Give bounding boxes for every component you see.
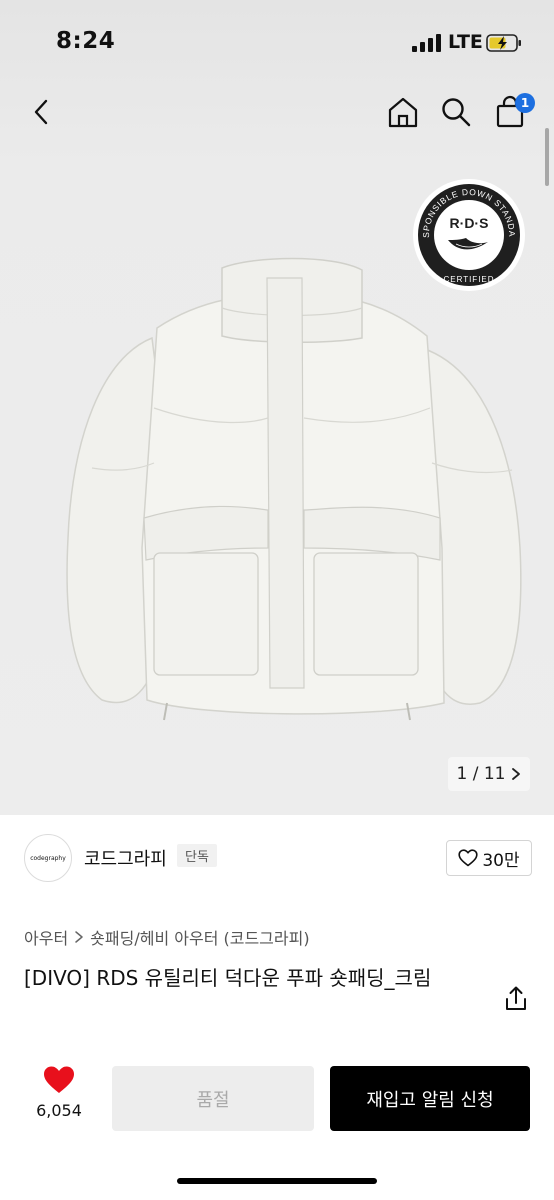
wishlist-count: 6,054	[36, 1101, 82, 1120]
chevron-left-icon	[34, 99, 48, 125]
brand-logo[interactable]: codegraphy	[24, 834, 72, 882]
brand-like-count: 30만	[482, 850, 520, 871]
breadcrumb-subcategory[interactable]: 숏패딩/헤비 아우터 (코드그라피)	[90, 925, 309, 949]
cart-button[interactable]: 1	[488, 84, 535, 140]
pager-text: 1 / 11	[456, 764, 506, 784]
back-button[interactable]	[20, 84, 64, 140]
soldout-label: 품절	[196, 1089, 230, 1111]
search-icon	[442, 98, 471, 127]
restock-alert-label: 재입고 알림 신청	[366, 1089, 494, 1111]
brand-like-button[interactable]: 30만	[446, 840, 532, 876]
brand-row: codegraphy 코드그라피 단독 30만	[0, 830, 554, 886]
battery-charging-icon	[486, 34, 521, 52]
breadcrumb: 아우터 숏패딩/헤비 아우터 (코드그라피)	[24, 925, 310, 949]
soldout-button: 품절	[112, 1066, 314, 1131]
wishlist-button[interactable]: 6,054	[24, 1065, 94, 1131]
scrollbar[interactable]	[545, 128, 549, 186]
search-button[interactable]	[434, 84, 478, 140]
bottom-action-bar: 6,054 품절 재입고 알림 신청	[0, 1055, 554, 1145]
cart-count-badge: 1	[515, 93, 535, 113]
heart-filled-icon	[44, 1066, 74, 1093]
chevron-right-icon	[75, 931, 83, 943]
home-indicator[interactable]	[177, 1178, 377, 1184]
rds-logo-text: R·D·S	[450, 215, 489, 231]
breadcrumb-category[interactable]: 아우터	[24, 925, 68, 949]
brand-name[interactable]: 코드그라피	[84, 845, 167, 871]
status-time: 8:24	[56, 28, 116, 54]
restock-alert-button[interactable]: 재입고 알림 신청	[330, 1066, 530, 1131]
chevron-right-icon	[512, 768, 521, 780]
heart-outline-icon	[458, 849, 478, 867]
top-nav: 1	[0, 84, 554, 144]
home-icon	[388, 97, 418, 128]
share-button[interactable]	[501, 984, 531, 1014]
signal-icon	[412, 34, 441, 52]
status-bar: 8:24 LTE	[0, 0, 554, 80]
exclusive-badge: 단독	[177, 844, 217, 867]
share-icon	[506, 986, 526, 1010]
product-title: [DIVO] RDS 유틸리티 덕다운 푸파 숏패딩_크림	[24, 966, 432, 990]
home-button[interactable]	[381, 84, 425, 140]
network-type: LTE	[448, 31, 483, 53]
image-pager[interactable]: 1 / 11	[448, 757, 530, 791]
product-gallery[interactable]: 8:24 LTE 1 SPONSIBLE DOWN STANDA R·D·S C…	[0, 0, 554, 815]
product-image	[66, 257, 522, 721]
brand-logo-text: codegraphy	[30, 854, 66, 862]
